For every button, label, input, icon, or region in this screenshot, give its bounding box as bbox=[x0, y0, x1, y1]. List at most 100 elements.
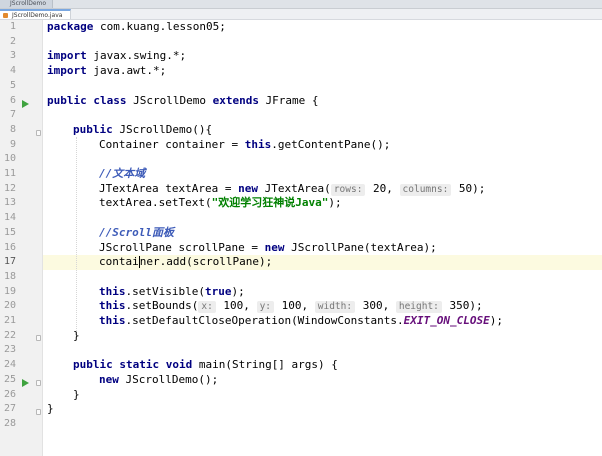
line-number: 11 bbox=[3, 168, 16, 179]
code-line-1[interactable]: package com.kuang.lesson05; bbox=[47, 20, 226, 35]
title-bar: JScrollDemo bbox=[0, 0, 602, 9]
code-text: javax.swing.*; bbox=[86, 49, 187, 63]
run-gutter-icon[interactable] bbox=[22, 379, 29, 387]
code-text: 50); bbox=[452, 181, 486, 195]
code-text: JScrollDemo bbox=[126, 93, 213, 107]
fold-marker-icon[interactable] bbox=[36, 409, 41, 415]
line-number: 4 bbox=[9, 65, 16, 77]
line-number: 12 bbox=[3, 182, 16, 194]
param-hint: x: bbox=[198, 301, 216, 314]
keyword: public static void bbox=[73, 358, 193, 372]
editor-tab-bar: JScrollDemo.java bbox=[0, 9, 602, 20]
line-number-gutter: 1 2 3 4 5 6 7 8 9 10 11 12 13 14 15 16 17 18 19 20 21 22 23 24 2… bbox=[0, 20, 43, 456]
code-line-15[interactable]: //Scroll面板 bbox=[99, 226, 174, 241]
tab-jscrolldemo-java[interactable]: JScrollDemo.java bbox=[0, 9, 72, 19]
param-hint: width: bbox=[314, 301, 356, 314]
code-text: ); bbox=[231, 284, 245, 298]
fold-marker-icon[interactable] bbox=[36, 380, 41, 386]
code-line-11[interactable]: //文本域 bbox=[99, 167, 145, 182]
keyword: new bbox=[99, 372, 119, 386]
fold-marker-icon[interactable] bbox=[36, 335, 41, 341]
ide-window: JScrollDemo JScrollDemo.java 1 2 3 4 5 6 7 8 9 10… bbox=[0, 0, 602, 456]
code-text: } bbox=[73, 387, 80, 401]
java-file-icon bbox=[3, 13, 8, 18]
param-hint: height: bbox=[395, 301, 442, 314]
param-hint: rows: bbox=[330, 183, 366, 196]
code-line-9[interactable]: Container container = this.getContentPan… bbox=[99, 138, 390, 153]
code-text: JScrollDemo(); bbox=[118, 372, 219, 386]
code-text: .getContentPane(); bbox=[271, 137, 391, 151]
line-number: 10 bbox=[3, 153, 16, 165]
keyword: import bbox=[47, 49, 87, 63]
code-text: main(String[] args) { bbox=[192, 358, 338, 372]
code-text: JScrollDemo(){ bbox=[112, 122, 213, 136]
line-number: 21 bbox=[3, 315, 16, 326]
code-line-4[interactable]: import java.awt.*; bbox=[47, 64, 166, 79]
code-line-16[interactable]: JScrollPane scrollPane = new JScrollPane… bbox=[99, 241, 437, 256]
code-line-24[interactable]: public static void main(String[] args) { bbox=[73, 358, 338, 373]
code-text: ); bbox=[489, 314, 503, 327]
keyword: this bbox=[99, 284, 126, 298]
line-number: 22 bbox=[3, 329, 16, 341]
code-text: } bbox=[47, 402, 54, 416]
line-number: 13 bbox=[3, 197, 16, 209]
code-line-19[interactable]: this.setVisible(true); bbox=[99, 285, 245, 300]
param-hint: columns: bbox=[399, 183, 452, 196]
code-line-8[interactable]: public JScrollDemo(){ bbox=[73, 123, 212, 138]
code-line-6[interactable]: public class JScrollDemo extends JFrame … bbox=[47, 94, 319, 109]
code-text: } bbox=[73, 328, 80, 342]
code-text: JScrollPane(textArea); bbox=[284, 240, 437, 254]
param-hint: y: bbox=[256, 301, 275, 314]
line-number: 19 bbox=[3, 285, 16, 297]
constant: EXIT_ON_CLOSE bbox=[403, 314, 490, 327]
window-title[interactable]: JScrollDemo bbox=[0, 0, 54, 8]
code-comment: //文本域 bbox=[99, 167, 146, 180]
line-number: 20 bbox=[3, 300, 16, 312]
code-line-27[interactable]: } bbox=[47, 402, 54, 417]
line-number: 27 bbox=[3, 403, 16, 415]
line-number: 15 bbox=[3, 226, 16, 238]
code-line-12[interactable]: JTextArea textArea = new JTextArea(rows:… bbox=[99, 182, 485, 197]
code-line-22[interactable]: } bbox=[73, 329, 80, 344]
code-text: .setVisible( bbox=[125, 284, 205, 298]
keyword: public class bbox=[47, 93, 127, 107]
keyword: this bbox=[99, 314, 126, 327]
string-literal: "欢迎学习狂神说Java" bbox=[211, 196, 329, 210]
keyword: public bbox=[73, 122, 113, 136]
keyword: import bbox=[47, 64, 87, 78]
line-number: 9 bbox=[9, 138, 16, 150]
line-number: 1 bbox=[9, 21, 16, 32]
line-number: 26 bbox=[3, 388, 16, 400]
code-line-25[interactable]: new JScrollDemo(); bbox=[99, 373, 218, 388]
keyword: extends bbox=[212, 93, 259, 107]
fold-marker-icon[interactable] bbox=[36, 130, 41, 136]
keyword: new bbox=[264, 240, 285, 254]
code-area[interactable]: package com.kuang.lesson05; import javax… bbox=[43, 20, 602, 456]
code-text: 100, bbox=[275, 299, 315, 313]
code-text: textArea.setText( bbox=[99, 196, 212, 210]
line-number: 5 bbox=[9, 79, 16, 91]
code-text: ); bbox=[328, 196, 342, 210]
line-number: 17 bbox=[3, 256, 16, 268]
code-text: contai bbox=[99, 255, 139, 269]
line-number: 6 bbox=[9, 94, 16, 106]
code-line-13[interactable]: textArea.setText("欢迎学习狂神说Java"); bbox=[99, 196, 342, 211]
code-line-21[interactable]: this.setDefaultCloseOperation(WindowCons… bbox=[99, 314, 503, 329]
code-line-26[interactable]: } bbox=[73, 388, 80, 403]
code-line-20[interactable]: this.setBounds(x: 100, y: 100, width: 30… bbox=[99, 299, 483, 314]
code-text: com.kuang.lesson05; bbox=[93, 20, 226, 33]
keyword: package bbox=[47, 20, 94, 33]
indent-guide bbox=[76, 137, 77, 337]
code-line-17[interactable]: container.add(scrollPane); bbox=[99, 255, 272, 270]
code-line-3[interactable]: import javax.swing.*; bbox=[47, 49, 186, 64]
code-text: JScrollPane scrollPane = bbox=[99, 240, 265, 254]
run-gutter-icon[interactable] bbox=[22, 100, 29, 108]
line-number: 2 bbox=[9, 35, 16, 47]
line-number: 25 bbox=[3, 373, 16, 385]
keyword: this bbox=[99, 299, 126, 313]
code-editor[interactable]: 1 2 3 4 5 6 7 8 9 10 11 12 13 14 15 16 17 18 19 20 21 22 23 24 2… bbox=[0, 20, 602, 456]
keyword: true bbox=[204, 284, 232, 298]
code-text: JTextArea( bbox=[257, 181, 331, 195]
code-text: 20, bbox=[366, 181, 400, 195]
line-number: 18 bbox=[3, 270, 16, 282]
